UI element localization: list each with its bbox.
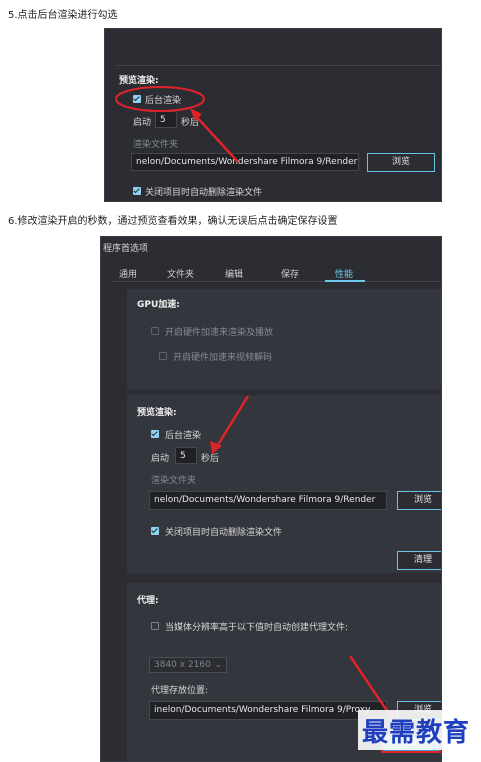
annotation-overlay [115,86,239,163]
step6-instruction: 6.修改渲染开启的秒数，通过预览查看效果，确认无误后点击确定保存设置 [8,216,338,227]
annotation-arrow [214,395,250,449]
annotation-overlay-2 [210,395,404,736]
highlight-circle [115,86,205,112]
step5-instruction: 5.点击后台渲染进行勾选 [8,10,118,21]
watermark-logo: 最需教育 [362,718,471,748]
annotation-arrow [193,113,239,163]
